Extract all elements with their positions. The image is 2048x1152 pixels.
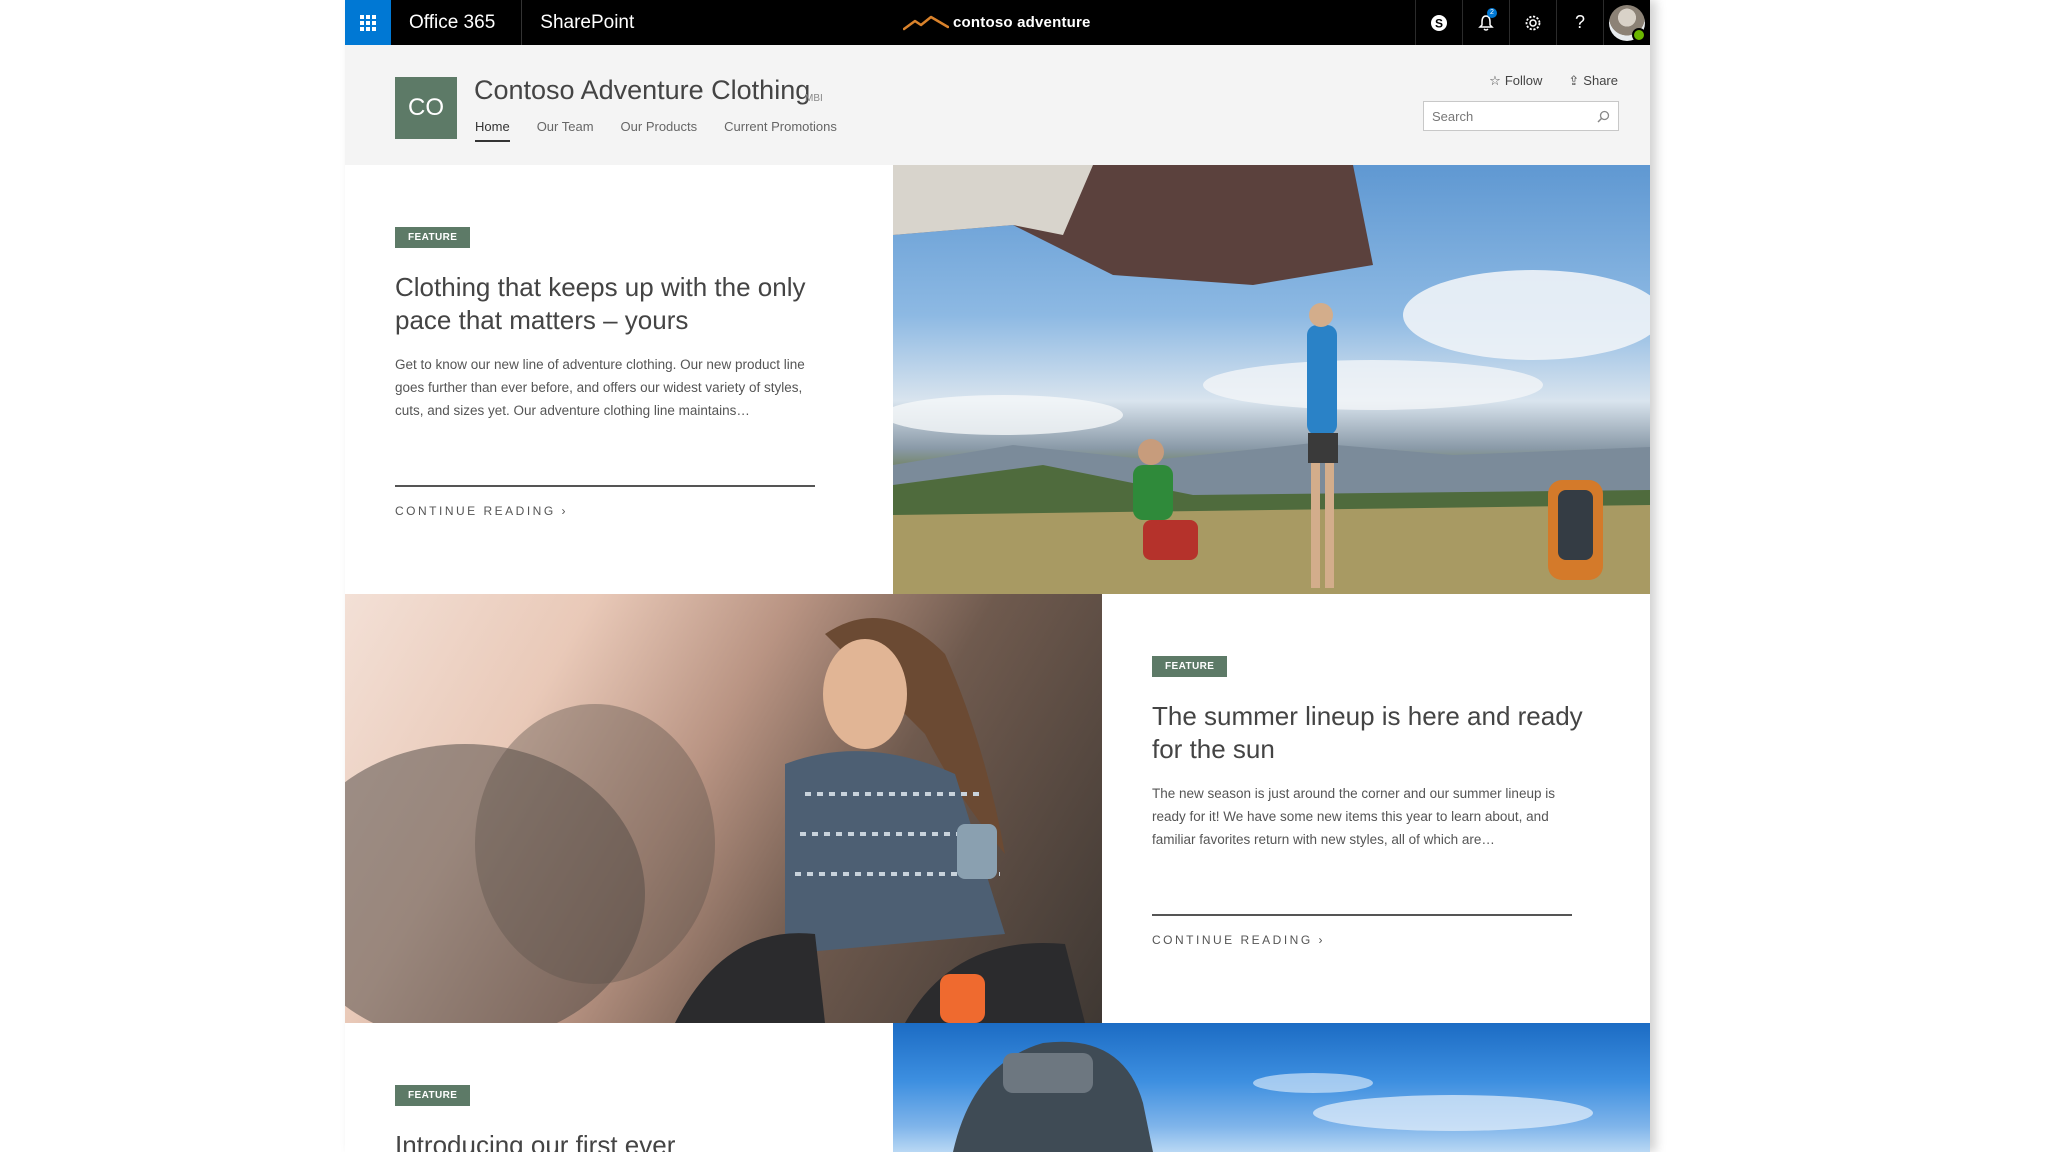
notifications-button[interactable]: 2	[1462, 0, 1509, 45]
search-input[interactable]: Search	[1432, 109, 1473, 124]
skype-button[interactable]: S	[1415, 0, 1462, 45]
card-divider	[395, 485, 815, 487]
hikers-scene	[893, 165, 1650, 594]
continue-reading-link[interactable]: CONTINUE READING ›	[1152, 933, 1325, 947]
sharepoint-page: Office 365 SharePoint contoso adventure …	[345, 0, 1650, 1152]
card-title[interactable]: Introducing our first ever	[395, 1129, 835, 1152]
suite-bar: Office 365 SharePoint contoso adventure …	[345, 0, 1650, 45]
feature-card-3: FEATURE Introducing our first ever	[345, 1023, 893, 1152]
card-excerpt: Get to know our new line of adventure cl…	[395, 357, 805, 418]
site-actions: ☆ Follow ⇪ Share	[1489, 73, 1618, 89]
feature-card-1: FEATURE Clothing that keeps up with the …	[345, 165, 893, 594]
share-icon: ⇪	[1568, 73, 1580, 88]
follow-button[interactable]: ☆ Follow	[1489, 73, 1542, 89]
search-icon[interactable]	[1597, 110, 1610, 123]
card-divider	[1152, 914, 1572, 916]
nav-item-our-team[interactable]: Our Team	[537, 119, 594, 142]
site-classification: MBI	[805, 93, 823, 104]
site-logo[interactable]: CO	[395, 77, 457, 139]
app-name[interactable]: SharePoint	[522, 12, 652, 34]
feature-badge: FEATURE	[395, 1085, 471, 1106]
climber-photo[interactable]	[893, 1023, 1650, 1152]
gear-icon	[1525, 15, 1541, 30]
share-label: Share	[1583, 73, 1618, 88]
runner-scene	[345, 618, 1085, 1023]
settings-button[interactable]	[1509, 0, 1556, 45]
hikers-photo[interactable]	[893, 165, 1650, 594]
presence-indicator	[1632, 27, 1646, 42]
account-button[interactable]	[1603, 0, 1650, 45]
runner-photo[interactable]	[345, 594, 1102, 1023]
help-icon: ?	[1574, 12, 1585, 32]
follow-label: Follow	[1504, 73, 1543, 88]
mountain-icon	[903, 15, 949, 30]
waffle-icon	[360, 14, 376, 31]
avatar	[1609, 4, 1646, 42]
suite-icons: S 2 ?	[1415, 0, 1650, 45]
notification-badge: 2	[1487, 8, 1497, 18]
svg-text:S: S	[1435, 16, 1443, 30]
card-excerpt: The new season is just around the corner…	[1152, 786, 1555, 847]
help-button[interactable]: ?	[1556, 0, 1603, 45]
site-navigation: Home Our Team Our Products Current Promo…	[475, 119, 837, 142]
card-title[interactable]: The summer lineup is here and ready for …	[1152, 700, 1592, 766]
search-box[interactable]: Search	[1423, 101, 1619, 131]
feature-card-2: FEATURE The summer lineup is here and re…	[1102, 594, 1650, 1023]
card-title[interactable]: Clothing that keeps up with the only pac…	[395, 271, 835, 337]
feature-badge: FEATURE	[1152, 656, 1228, 677]
continue-reading-link[interactable]: CONTINUE READING ›	[395, 504, 568, 518]
star-icon: ☆	[1489, 73, 1501, 88]
feature-badge: FEATURE	[395, 227, 471, 248]
brand-name: contoso adventure	[953, 14, 1091, 31]
skype-icon: S	[1431, 14, 1447, 31]
site-header: CO Contoso Adventure Clothing MBI Home O…	[345, 45, 1650, 165]
nav-item-our-products[interactable]: Our Products	[621, 119, 698, 142]
nav-item-current-promotions[interactable]: Current Promotions	[724, 119, 837, 142]
share-button[interactable]: ⇪ Share	[1568, 73, 1618, 89]
app-launcher-button[interactable]	[345, 0, 391, 45]
site-title[interactable]: Contoso Adventure Clothing	[474, 75, 810, 106]
brand-logo[interactable]: contoso adventure	[903, 0, 1091, 45]
suite-name[interactable]: Office 365	[391, 0, 521, 45]
climber-scene	[953, 1041, 1593, 1152]
nav-item-home[interactable]: Home	[475, 119, 510, 142]
